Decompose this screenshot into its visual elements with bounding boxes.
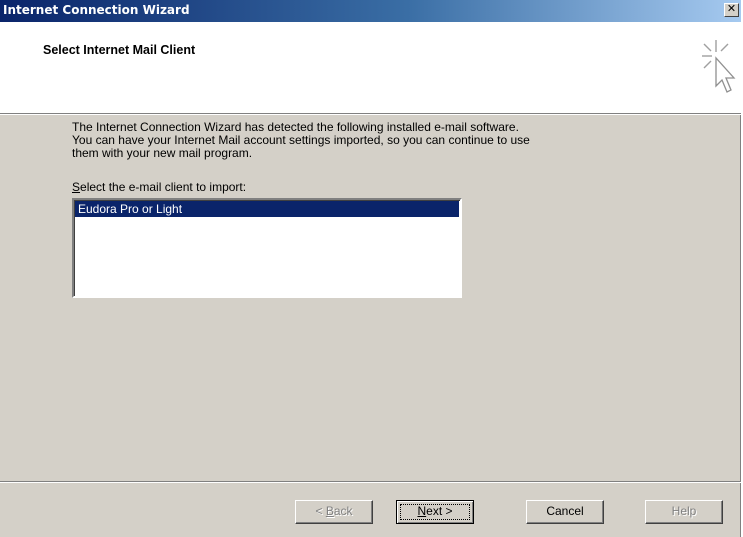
title-bar[interactable]: Internet Connection Wizard ✕: [0, 0, 741, 22]
window-title: Internet Connection Wizard: [3, 3, 190, 17]
access-key: N: [417, 504, 427, 518]
wizard-cursor-icon: [702, 40, 736, 93]
access-key: S: [72, 180, 81, 194]
cancel-button[interactable]: Cancel: [526, 500, 604, 524]
help-button-label: Help: [671, 504, 697, 518]
list-item[interactable]: Eudora Pro or Light: [75, 201, 459, 217]
wizard-header: Select Internet Mail Client: [0, 22, 741, 114]
back-button[interactable]: < Back: [295, 500, 373, 524]
access-key: B: [325, 504, 334, 518]
close-icon: ✕: [726, 3, 737, 15]
header-separator: [0, 114, 741, 115]
next-button[interactable]: Next >: [396, 500, 474, 524]
footer-separator-highlight: [0, 482, 741, 483]
client-list-label-text: elect the e-mail client to import:: [80, 180, 247, 194]
client-list-label: Select the e-mail client to import:: [72, 180, 246, 194]
description-line: them with your new mail program.: [72, 146, 253, 160]
description: The Internet Connection Wizard has detec…: [72, 121, 682, 160]
back-button-label: ack: [333, 504, 353, 518]
close-button[interactable]: ✕: [724, 3, 739, 17]
help-button[interactable]: Help: [645, 500, 723, 524]
back-button-prefix: <: [315, 504, 326, 518]
cancel-button-label: Cancel: [546, 504, 584, 518]
wizard-window: Internet Connection Wizard ✕ Select Inte…: [0, 0, 741, 537]
mail-client-listbox[interactable]: Eudora Pro or Light: [72, 198, 462, 298]
page-title: Select Internet Mail Client: [43, 43, 196, 57]
next-button-label: ext >: [426, 504, 453, 518]
